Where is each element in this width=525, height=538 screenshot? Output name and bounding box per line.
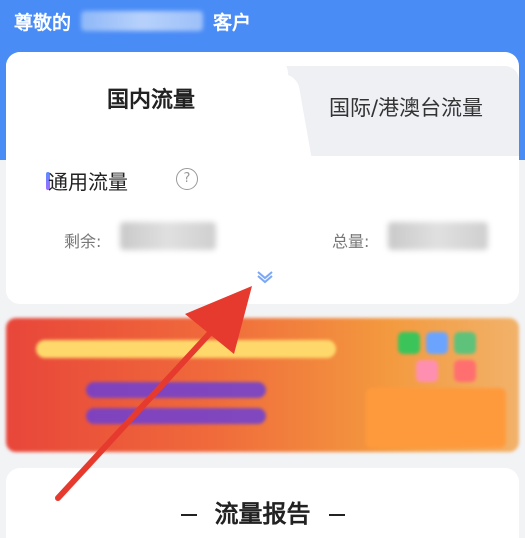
banner-pill-1 (86, 382, 266, 398)
banner-app-icon (416, 360, 438, 382)
title-dash-right (328, 514, 345, 516)
greeting-suffix: 客户 (213, 11, 252, 34)
greeting: 尊敬的 客户 (14, 8, 251, 34)
total-label: 总量: (332, 232, 370, 251)
promo-banner[interactable] (6, 318, 519, 452)
question-circle-icon[interactable]: ? (176, 168, 198, 190)
traffic-card: 国内流量 国际/港澳台流量 通用流量 ? 剩余: 总量: (6, 52, 519, 304)
report-title: 流量报告 (6, 494, 519, 529)
report-title-text: 流量报告 (214, 500, 311, 528)
banner-pill-2 (86, 408, 266, 424)
banner-app-icon (398, 332, 420, 354)
report-section: 流量报告 (6, 468, 519, 538)
tab-international[interactable]: 国际/港澳台流量 (306, 92, 506, 122)
banner-app-icon (426, 332, 448, 354)
section-title: 通用流量 (48, 170, 128, 194)
remaining-label: 剩余: (64, 232, 102, 251)
remaining-value-masked (120, 222, 216, 250)
banner-gift-box (366, 388, 506, 448)
greeting-prefix: 尊敬的 (14, 11, 72, 34)
masked-phone-number (81, 11, 204, 31)
tab-domestic[interactable]: 国内流量 (6, 82, 296, 114)
banner-app-icon (454, 332, 476, 354)
total-value-masked (388, 222, 488, 250)
banner-headline-blur (36, 340, 336, 358)
chevron-down-icon[interactable] (256, 270, 274, 284)
title-dash-left (180, 514, 197, 516)
banner-app-icon (454, 360, 476, 382)
